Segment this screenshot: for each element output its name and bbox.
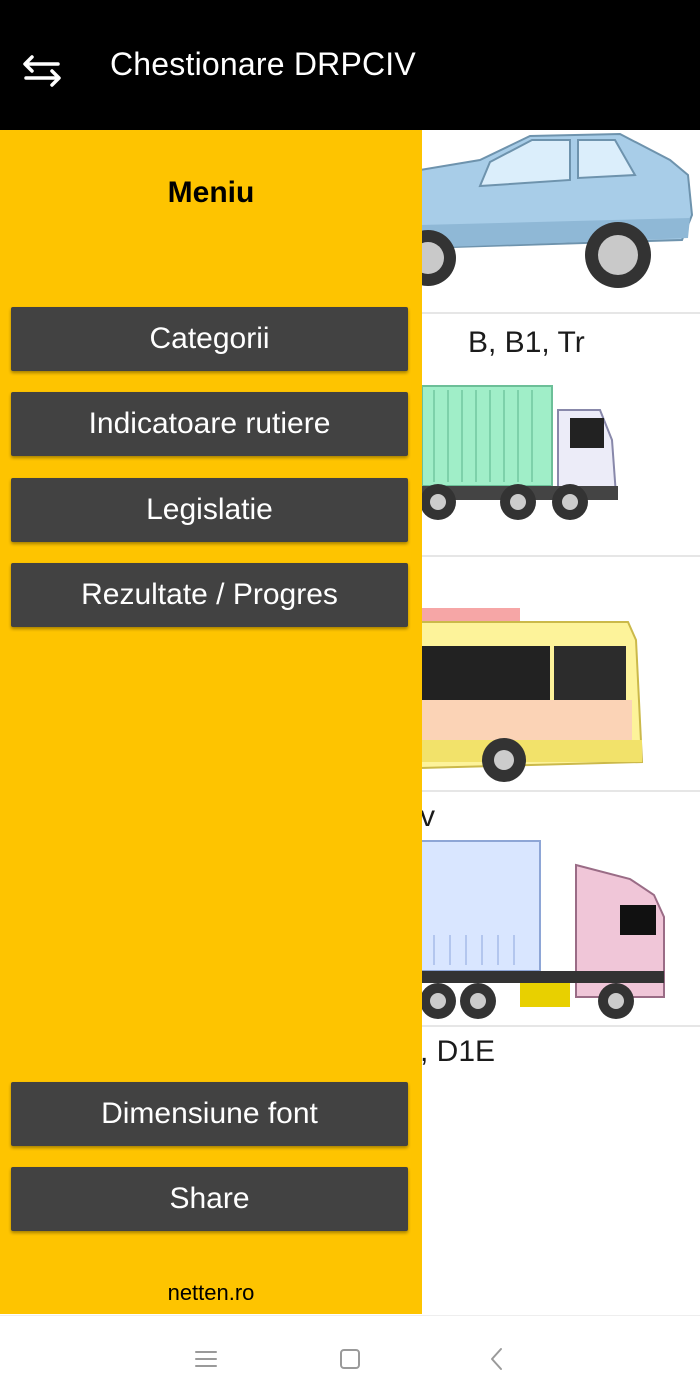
back-chevron-icon[interactable] [484,1346,510,1372]
card-divider [420,555,700,557]
bus-image[interactable] [420,600,700,790]
drawer-title: Meniu [167,176,255,209]
card-divider [420,312,700,314]
categorii-button[interactable]: Categorii [11,307,408,371]
card-divider [420,1025,700,1027]
app-title: Chestionare DRPCIV [110,46,416,82]
card-label[interactable]: , D1E [420,1035,540,1069]
share-button[interactable]: Share [11,1167,408,1231]
car-image[interactable] [420,130,700,312]
card-label[interactable]: v [420,800,480,834]
rezultate-progres-button[interactable]: Rezultate / Progres [11,563,408,627]
card-divider [420,790,700,792]
menu-lines-icon[interactable] [193,1346,219,1372]
system-nav-bar [0,1315,700,1400]
font-size-button[interactable]: Dimensiune font [11,1082,408,1146]
indicatoare-rutiere-button[interactable]: Indicatoare rutiere [11,392,408,456]
semi-truck-image[interactable] [420,835,700,1025]
swap-arrows-icon[interactable] [22,53,62,89]
website-link[interactable]: netten.ro [0,1280,422,1306]
home-square-icon[interactable] [337,1346,363,1372]
legislatie-button[interactable]: Legislatie [11,478,408,542]
box-truck-image[interactable] [420,380,700,555]
card-label[interactable]: B, B1, Tr [468,326,668,360]
app-bar: Chestionare DRPCIV [0,0,700,130]
navigation-drawer: Meniu Categorii Indicatoare rutiere Legi… [0,130,422,1314]
